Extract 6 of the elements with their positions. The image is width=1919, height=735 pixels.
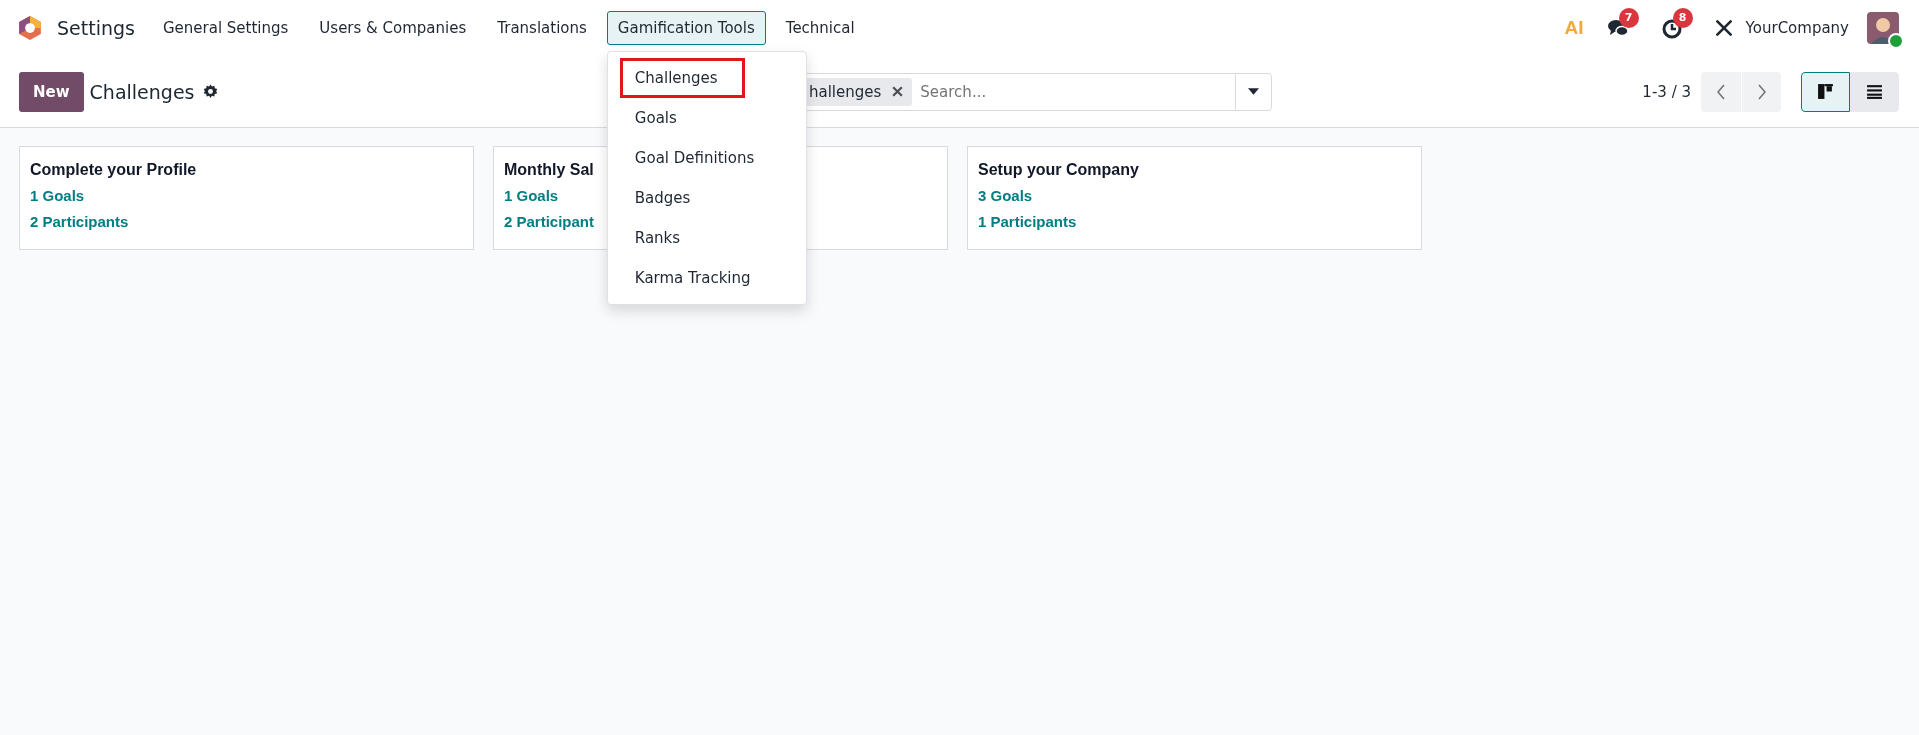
notification-badge: 7 — [1618, 8, 1639, 28]
notification-badge: 8 — [1672, 8, 1693, 28]
card-title: Complete your Profile — [30, 160, 197, 180]
card-title: Monthly Sal — [504, 160, 594, 180]
card-title: Setup your Company — [978, 160, 1139, 180]
page-title: Challenges — [89, 80, 195, 103]
